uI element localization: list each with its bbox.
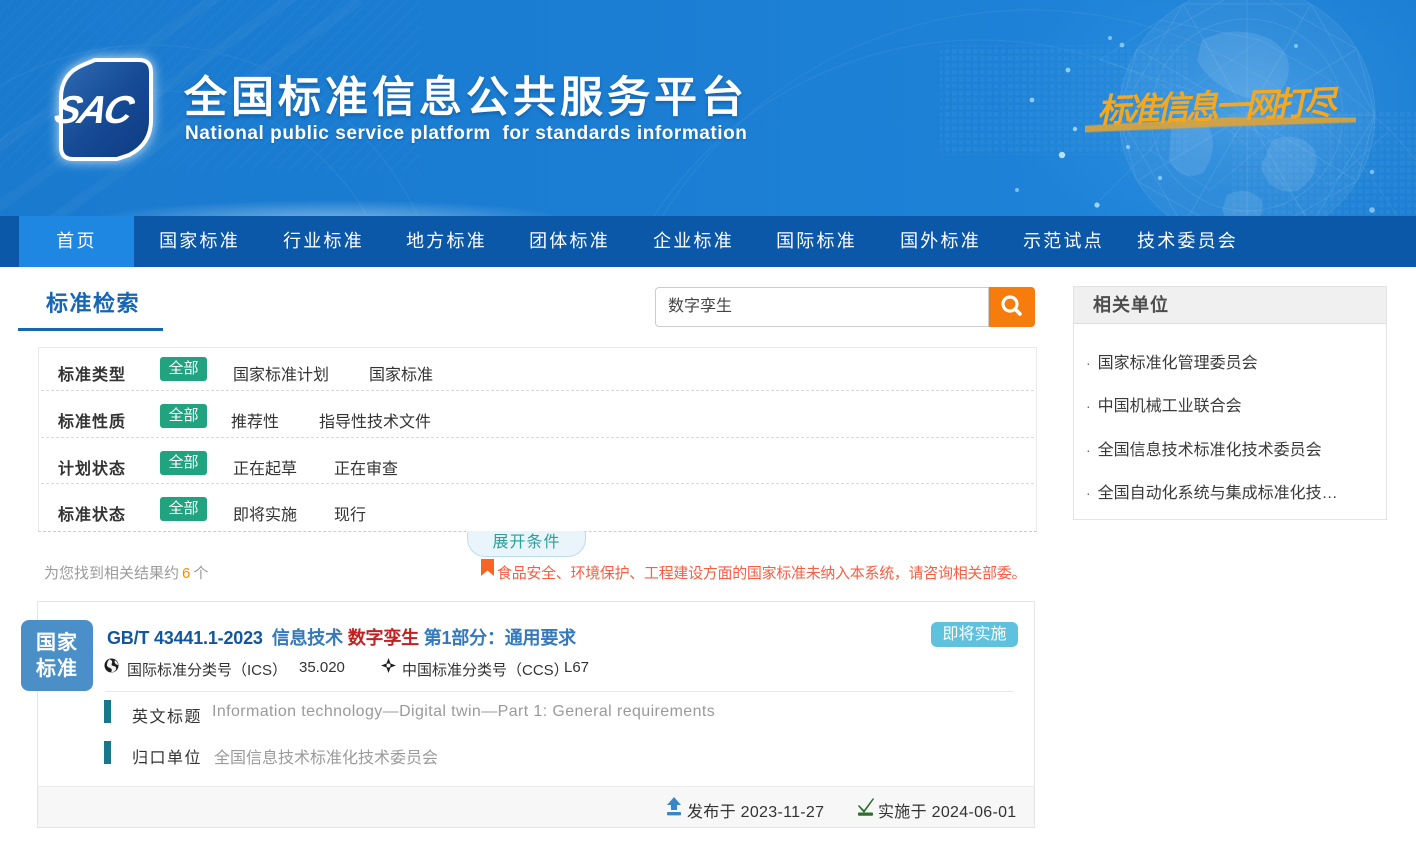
svg-text:SAC: SAC <box>50 89 140 132</box>
